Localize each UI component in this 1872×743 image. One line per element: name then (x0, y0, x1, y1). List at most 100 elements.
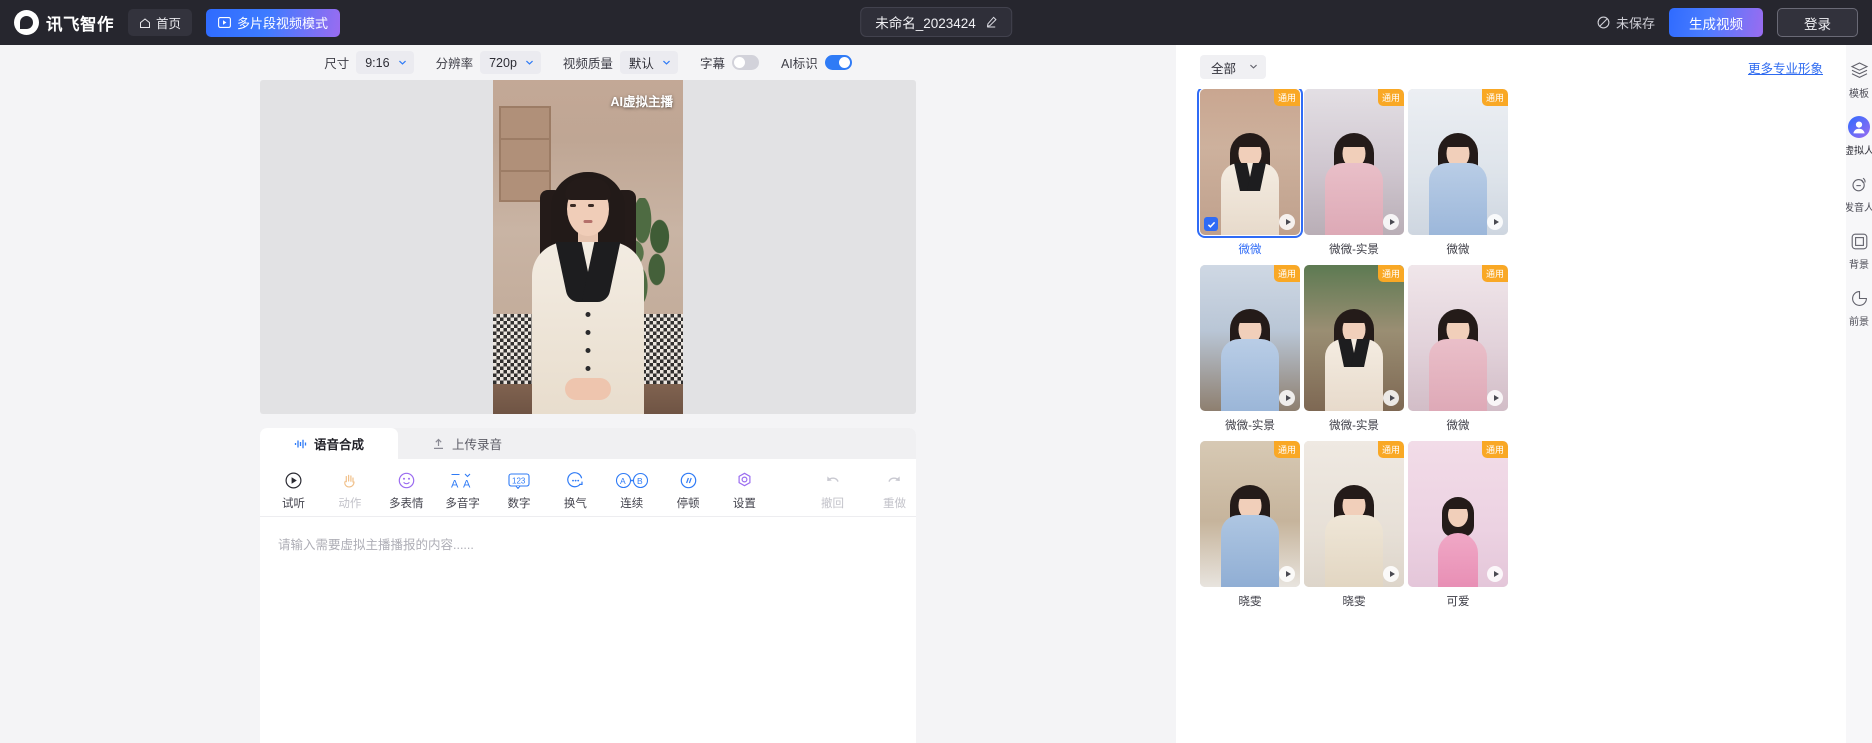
preview-play-button[interactable] (1383, 214, 1399, 230)
multi-segment-label: 多片段视频模式 (237, 16, 329, 31)
rail-item-voice[interactable]: 发音人 (1844, 173, 1872, 214)
avatar-thumbnail[interactable]: 通用 (1200, 265, 1300, 411)
tool-breath[interactable]: 换气 (556, 471, 595, 511)
home-icon (139, 17, 151, 29)
avatar-thumbnail[interactable]: 通用 (1304, 441, 1404, 587)
unsaved-slash-icon (1597, 16, 1610, 29)
avatar-thumbnail[interactable]: 通用 (1408, 89, 1508, 235)
voice-speaker-icon (1848, 173, 1870, 195)
avatar-thumbnail[interactable]: 通用 (1408, 441, 1508, 587)
avatar-video-frame: AI虚拟主播 (493, 80, 683, 414)
preview-play-button[interactable] (1487, 390, 1503, 406)
setting-size: 尺寸 9:16 (324, 51, 414, 74)
avatar-name: 微微-实景 (1225, 420, 1275, 432)
avatar-card[interactable]: 通用 可爱 (1408, 441, 1508, 609)
tab-label: 语音合成 (313, 438, 364, 452)
video-preview-stage[interactable]: AI虚拟主播 (260, 80, 916, 414)
undo-icon (824, 471, 841, 490)
undo-button[interactable]: 撤回 (811, 471, 854, 511)
rail-label: 发音人 (1844, 203, 1872, 214)
preview-play-button[interactable] (1279, 214, 1295, 230)
quality-value: 默认 (628, 57, 654, 71)
resolution-select[interactable]: 720p (480, 51, 541, 74)
rail-label: 背景 (1849, 260, 1869, 271)
double-a-icon: A A (450, 471, 476, 490)
tab-upload-recording[interactable]: 上传录音 (398, 428, 536, 459)
tool-settings[interactable]: 设置 (725, 471, 764, 511)
svg-text:B: B (637, 476, 643, 486)
script-input[interactable]: 请输入需要虚拟主播播报的内容...... (260, 517, 916, 743)
preview-play-button[interactable] (1487, 566, 1503, 582)
chevron-down-icon (1249, 60, 1258, 74)
foreground-shape-icon (1848, 287, 1870, 309)
rail-item-avatar[interactable]: 虚拟人 (1844, 116, 1872, 157)
tool-number[interactable]: 123 数字 (499, 471, 538, 511)
generate-video-button[interactable]: 生成视频 (1669, 8, 1763, 37)
video-mode-icon (218, 17, 231, 28)
avatar-card[interactable]: 通用 微微 (1197, 89, 1303, 257)
preview-play-button[interactable] (1383, 390, 1399, 406)
size-select[interactable]: 9:16 (356, 51, 414, 74)
quality-select[interactable]: 默认 (619, 51, 678, 74)
rail-item-background[interactable]: 背景 (1846, 230, 1872, 271)
tool-multi-expression[interactable]: 多表情 (387, 471, 426, 511)
badge-general: 通用 (1481, 441, 1508, 458)
ai-mark-toggle[interactable] (824, 55, 852, 70)
subtitle-toggle[interactable] (731, 55, 759, 70)
tool-pause[interactable]: 停顿 (669, 471, 708, 511)
avatar-card[interactable]: 通用 微微 (1408, 265, 1508, 433)
avatar-thumbnail[interactable]: 通用 (1304, 89, 1404, 235)
preview-play-button[interactable] (1487, 214, 1503, 230)
avatar-thumbnail[interactable]: 通用 (1197, 89, 1303, 238)
resolution-label: 分辨率 (435, 57, 474, 71)
tool-preview-audition[interactable]: 试听 (274, 471, 313, 511)
preview-play-button[interactable] (1279, 390, 1295, 406)
avatar-thumbnail[interactable]: 通用 (1200, 441, 1300, 587)
tool-label: 换气 (563, 498, 587, 510)
tab-label: 上传录音 (451, 438, 502, 452)
avatar-thumbnail[interactable]: 通用 (1408, 265, 1508, 411)
home-button[interactable]: 首页 (128, 9, 193, 36)
badge-general: 通用 (1377, 441, 1404, 458)
tool-label: 设置 (732, 498, 756, 510)
avatar-card[interactable]: 通用 晓雯 (1200, 441, 1300, 609)
right-rail: 模板 虚拟人 发音人 背景 前景 (1844, 45, 1872, 743)
avatar-grid: 通用 微微 通用 微微-实景 通用 微微 通用 微微-实景 通用 微微-实景 通… (1176, 89, 1846, 743)
script-editor-card: 语音合成 上传录音 试听 动作 多表情 A A 多音字 123 数字 换气 A … (260, 428, 916, 743)
category-filter-select[interactable]: 全部 (1200, 55, 1267, 79)
avatar-thumbnail[interactable]: 通用 (1304, 265, 1404, 411)
category-filter-value: 全部 (1211, 61, 1237, 76)
more-avatars-link[interactable]: 更多专业形象 (1748, 58, 1823, 77)
rail-label: 模板 (1849, 89, 1869, 100)
tool-polyphonic[interactable]: A A 多音字 (443, 471, 482, 511)
rail-item-template[interactable]: 模板 (1846, 59, 1872, 100)
pencil-icon[interactable] (985, 16, 997, 28)
tool-label: 连续 (620, 498, 644, 510)
avatar-card[interactable]: 通用 微微-实景 (1304, 265, 1404, 433)
tool-label: 停顿 (676, 498, 700, 510)
avatar-card[interactable]: 通用 微微-实景 (1200, 265, 1300, 433)
redo-button[interactable]: 重做 (873, 471, 916, 511)
setting-subtitle: 字幕 (700, 53, 759, 72)
document-title[interactable]: 未命名_2023424 (860, 7, 1012, 37)
tool-action[interactable]: 动作 (330, 471, 369, 511)
avatar-card[interactable]: 通用 微微-实景 (1304, 89, 1404, 257)
setting-quality: 视频质量 默认 (563, 51, 678, 74)
center-column: 尺寸 9:16 分辨率 720p 视频质量 默认 字幕 AI标识 AI虚拟主播 … (0, 45, 1176, 743)
preview-play-button[interactable] (1279, 566, 1295, 582)
background-square-icon (1848, 230, 1870, 252)
rail-item-foreground[interactable]: 前景 (1846, 287, 1872, 328)
play-circle-icon (285, 471, 302, 490)
preview-play-button[interactable] (1383, 566, 1399, 582)
avatar-card[interactable]: 通用 微微 (1408, 89, 1508, 257)
pause-slash-icon (680, 471, 697, 490)
brand: 讯飞智作 (0, 10, 114, 35)
avatar-card[interactable]: 通用 晓雯 (1304, 441, 1404, 609)
tool-continuous[interactable]: A B 连续 (612, 471, 651, 511)
login-button[interactable]: 登录 (1777, 8, 1858, 37)
login-label: 登录 (1804, 16, 1831, 32)
tab-speech-synthesis[interactable]: 语音合成 (260, 428, 398, 459)
multi-segment-mode-button[interactable]: 多片段视频模式 (206, 8, 341, 37)
size-value: 9:16 (365, 55, 390, 70)
waveform-icon (294, 438, 307, 450)
